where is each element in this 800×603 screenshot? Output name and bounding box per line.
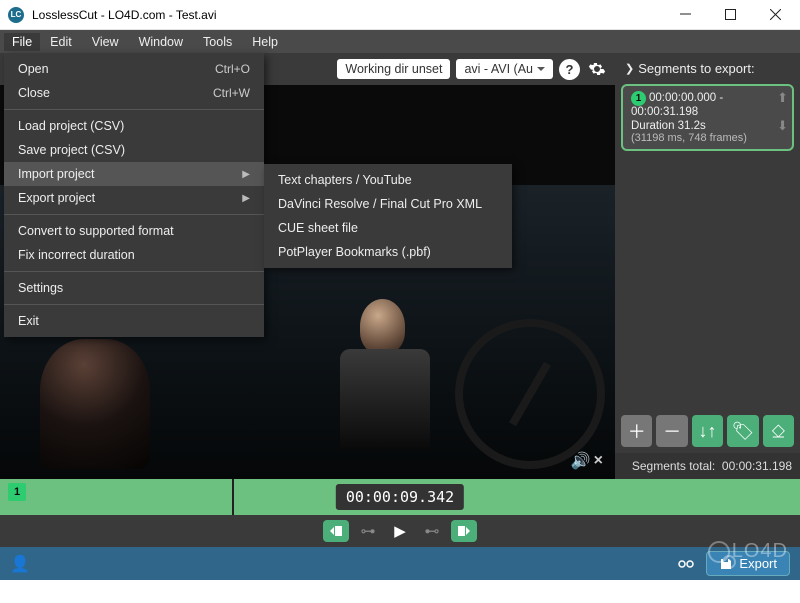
app-icon: LC [8, 7, 24, 23]
menu-help[interactable]: Help [242, 33, 288, 51]
menu-item-fix-duration[interactable]: Fix incorrect duration [4, 243, 264, 267]
prev-keyframe-button[interactable]: ⊶ [355, 522, 381, 540]
set-cut-end-button[interactable] [451, 520, 477, 542]
remove-segment-button[interactable]: － [656, 415, 687, 447]
segments-total: Segments total: 00:00:31.198 [615, 453, 800, 479]
import-project-submenu: Text chapters / YouTube DaVinci Resolve … [264, 164, 512, 268]
timeline-playhead[interactable] [232, 479, 234, 515]
segments-total-value: 00:00:31.198 [722, 459, 792, 473]
submenu-item-davinci[interactable]: DaVinci Resolve / Final Cut Pro XML [264, 192, 512, 216]
menu-item-load-project[interactable]: Load project (CSV) [4, 114, 264, 138]
window-title: LosslessCut - LO4D.com - Test.avi [32, 8, 217, 22]
settings-icon[interactable] [586, 59, 607, 80]
timecode-display[interactable]: 00:00:09.342 [335, 483, 465, 511]
window-maximize-button[interactable] [708, 0, 753, 30]
menu-item-open[interactable]: OpenCtrl+O [4, 57, 264, 81]
menu-view[interactable]: View [82, 33, 129, 51]
submenu-item-potplayer[interactable]: PotPlayer Bookmarks (.pbf) [264, 240, 512, 264]
segment-index: 1 [631, 91, 646, 106]
menu-item-convert[interactable]: Convert to supported format [4, 219, 264, 243]
add-segment-button[interactable]: ＋ [621, 415, 652, 447]
merge-icon[interactable] [674, 552, 698, 576]
segment-toolbar: ＋ － ↓↑ 🏷 ⎐ [615, 415, 800, 453]
output-format-dropdown[interactable]: avi - AVI (Au [456, 59, 553, 79]
set-cut-start-button[interactable] [323, 520, 349, 542]
timeline[interactable]: 1 00:00:09.342 [0, 479, 800, 515]
window-minimize-button[interactable] [663, 0, 708, 30]
menu-file[interactable]: File [4, 33, 40, 51]
submenu-item-cue[interactable]: CUE sheet file [264, 216, 512, 240]
menu-item-settings[interactable]: Settings [4, 276, 264, 300]
transport-controls: ⊶ ▶ ⊷ [0, 515, 800, 547]
window-close-button[interactable] [753, 0, 798, 30]
menu-window[interactable]: Window [129, 33, 193, 51]
sort-segments-button[interactable]: ↓↑ [692, 415, 723, 447]
window-titlebar: LC LosslessCut - LO4D.com - Test.avi [0, 0, 800, 30]
menubar: File Edit View Window Tools Help [0, 30, 800, 53]
working-dir-button[interactable]: Working dir unset [337, 59, 450, 79]
mute-icon[interactable]: 🔊× [571, 451, 603, 471]
split-segment-button[interactable]: ⎐ [763, 415, 794, 447]
segment-move-down-icon[interactable]: ⬇ [777, 118, 788, 134]
segment-frames: (31198 ms, 748 frames) [631, 132, 784, 144]
menu-item-exit[interactable]: Exit [4, 309, 264, 333]
watermark: LO4D [708, 540, 788, 563]
menu-item-close[interactable]: CloseCtrl+W [4, 81, 264, 105]
next-keyframe-button[interactable]: ⊷ [419, 522, 445, 540]
menu-tools[interactable]: Tools [193, 33, 242, 51]
segments-total-label: Segments total: [632, 459, 715, 473]
segment-duration: Duration 31.2s [631, 120, 784, 132]
file-menu-dropdown: OpenCtrl+O CloseCtrl+W Load project (CSV… [4, 53, 264, 337]
submenu-item-text-chapters[interactable]: Text chapters / YouTube [264, 168, 512, 192]
menu-edit[interactable]: Edit [40, 33, 82, 51]
menu-item-export-project[interactable]: Export project▶ [4, 186, 264, 210]
segments-sidebar: Segments to export: 100:00:00.000 - 00:0… [615, 53, 800, 479]
person-icon[interactable]: 👤 [10, 554, 30, 574]
segment-item[interactable]: 100:00:00.000 - 00:00:31.198 Duration 31… [621, 84, 794, 151]
menu-item-save-project[interactable]: Save project (CSV) [4, 138, 264, 162]
segments-header[interactable]: Segments to export: [615, 53, 800, 82]
label-segment-button[interactable]: 🏷 [727, 415, 758, 447]
help-button[interactable]: ? [559, 59, 580, 80]
menu-item-import-project[interactable]: Import project▶ [4, 162, 264, 186]
timeline-segment-badge[interactable]: 1 [8, 483, 26, 501]
play-button[interactable]: ▶ [387, 520, 413, 542]
segment-move-up-icon[interactable]: ⬆ [777, 90, 788, 106]
status-bar: 👤 Export [0, 547, 800, 580]
